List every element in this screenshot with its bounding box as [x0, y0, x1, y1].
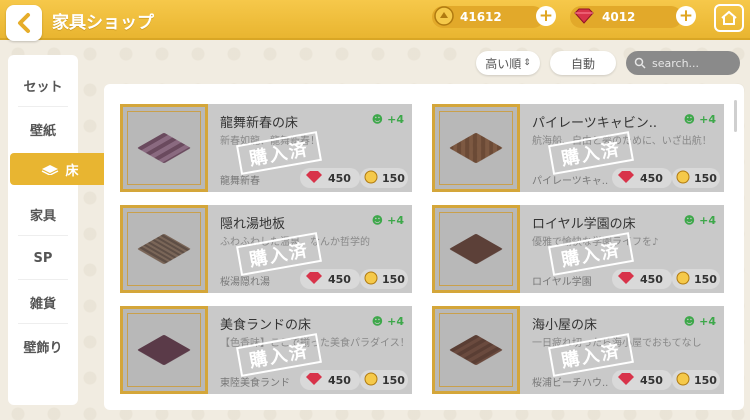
smile-icon: ☻ [371, 214, 384, 227]
sidebar-item-floor[interactable]: 床 [10, 153, 110, 185]
gem-icon [304, 170, 324, 187]
sidebar-item-set[interactable]: セット [8, 63, 78, 107]
coin-price: 150 [672, 168, 720, 188]
back-button[interactable] [6, 5, 42, 41]
item-name: ロイヤル学園の床 [532, 217, 636, 232]
bonus-badge: ☻ +4 [371, 214, 404, 227]
search-icon [634, 57, 646, 69]
floor-icon [42, 165, 59, 175]
item-series: 東陸美食ランド [220, 378, 290, 389]
coin-icon [364, 271, 378, 288]
auto-label: 自動 [570, 56, 595, 71]
item-series: ロイヤル学園 [532, 277, 592, 288]
smile-icon: ☻ [683, 315, 696, 328]
item-name: 隠れ湯地板 [220, 217, 286, 232]
item-name: 美食ランドの床 [220, 318, 312, 333]
coin-price: 150 [672, 370, 720, 390]
sidebar-item-label: 壁紙 [29, 123, 56, 139]
category-sidebar: セット 壁紙 床 家具 SP 雑貨 壁飾り [8, 55, 110, 405]
item-card[interactable]: ロイヤル学園の床 ☻ +4 優雅で愉快な学園ライフを♪ 購入済 ロイヤル学園 45… [432, 205, 724, 293]
coin-price: 150 [360, 370, 408, 390]
page-title: 家具ショップ [52, 13, 154, 33]
gem-price: 450 [612, 370, 672, 390]
coin-icon [676, 372, 690, 389]
item-thumbnail [432, 205, 520, 293]
coin-price: 150 [672, 269, 720, 289]
item-name: 海小屋の床 [532, 318, 598, 333]
item-card[interactable]: パイレーツキャビン.. ☻ +4 航海船、自由と夢のために、いざ出航！ 購入済 パ… [432, 104, 724, 192]
coin-icon [676, 170, 690, 187]
coin-icon [364, 170, 378, 187]
item-thumbnail [432, 306, 520, 394]
sort-arrows-icon: ⇕ [523, 58, 531, 68]
add-coins-button[interactable]: + [536, 6, 556, 26]
add-gems-button[interactable]: + [676, 6, 696, 26]
gem-price: 450 [612, 269, 672, 289]
bonus-badge: ☻ +4 [683, 113, 716, 126]
gem-icon [616, 170, 636, 187]
smile-icon: ☻ [683, 214, 696, 227]
home-button[interactable] [714, 4, 744, 32]
item-name: 龍舞新春の床 [220, 116, 299, 131]
item-series: 龍舞新春 [220, 176, 260, 187]
coin-price: 150 [360, 168, 408, 188]
gem-icon [616, 372, 636, 389]
bonus-badge: ☻ +4 [371, 113, 404, 126]
item-thumbnail [120, 104, 208, 192]
coin-counter: 41612 [432, 5, 544, 29]
item-card[interactable]: 龍舞新春の床 ☻ +4 新春如龍、龍舞新春！ 購入済 龍舞新春 450 150 [120, 104, 412, 192]
search-placeholder: search... [652, 56, 700, 70]
gem-icon [304, 372, 324, 389]
sidebar-item-sp[interactable]: SP [8, 236, 78, 280]
sidebar-item-label: 床 [65, 163, 79, 179]
sidebar-item-label: SP [33, 250, 53, 266]
gem-icon [572, 7, 596, 28]
bonus-badge: ☻ +4 [371, 315, 404, 328]
home-icon [721, 10, 737, 25]
gem-icon [304, 271, 324, 288]
scrollbar[interactable] [734, 100, 737, 132]
sort-button[interactable]: 高い順 ⇕ [476, 51, 540, 75]
item-thumbnail [120, 205, 208, 293]
item-card[interactable]: 隠れ湯地板 ☻ +4 ふわふわした温泉、なんか哲学的 購入済 桜湯隠れ湯 450 … [120, 205, 412, 293]
sort-label: 高い順 [485, 56, 522, 71]
search-input[interactable]: search... [626, 51, 740, 75]
gem-price: 450 [612, 168, 672, 188]
sidebar-item-label: 家具 [29, 208, 56, 224]
smile-icon: ☻ [371, 315, 384, 328]
item-card[interactable]: 美食ランドの床 ☻ +4 【色香味】ここで揃った美食パラダイス！ 購入済 東陸美食… [120, 306, 412, 394]
sidebar-item-goods[interactable]: 雑貨 [8, 280, 78, 324]
gem-counter: 4012 [570, 6, 682, 28]
gem-price: 450 [300, 370, 360, 390]
gem-amount: 4012 [602, 10, 636, 24]
sidebar-item-label: 壁飾り [23, 340, 63, 356]
sidebar-item-furniture[interactable]: 家具 [8, 192, 78, 236]
sidebar-item-label: セット [23, 79, 63, 95]
sidebar-item-label: 雑貨 [29, 296, 56, 312]
item-thumbnail [120, 306, 208, 394]
coin-icon [676, 271, 690, 288]
bonus-badge: ☻ +4 [683, 315, 716, 328]
bonus-badge: ☻ +4 [683, 214, 716, 227]
item-card[interactable]: 海小屋の床 ☻ +4 一日疲れ切ったら海小屋でおもてなし 購入済 桜浦ビーチハウ.… [432, 306, 724, 394]
coin-price: 150 [360, 269, 408, 289]
sidebar-item-wallpaper[interactable]: 壁紙 [8, 107, 78, 151]
item-series: 桜浦ビーチハウ.. [532, 378, 609, 389]
item-series: パイレーツキャ.. [532, 176, 609, 187]
gem-icon [616, 271, 636, 288]
coin-icon [434, 5, 454, 29]
item-series: 桜湯隠れ湯 [220, 277, 270, 288]
sidebar-item-wall-deco[interactable]: 壁飾り [8, 324, 78, 368]
chevron-left-icon [18, 13, 30, 33]
smile-icon: ☻ [683, 113, 696, 126]
item-name: パイレーツキャビン.. [532, 116, 658, 131]
auto-button[interactable]: 自動 [550, 51, 616, 75]
coin-amount: 41612 [460, 10, 502, 24]
item-thumbnail [432, 104, 520, 192]
coin-icon [364, 372, 378, 389]
top-bar: 家具ショップ 41612 + 4012 + [0, 0, 750, 41]
gem-price: 450 [300, 269, 360, 289]
gem-price: 450 [300, 168, 360, 188]
smile-icon: ☻ [371, 113, 384, 126]
